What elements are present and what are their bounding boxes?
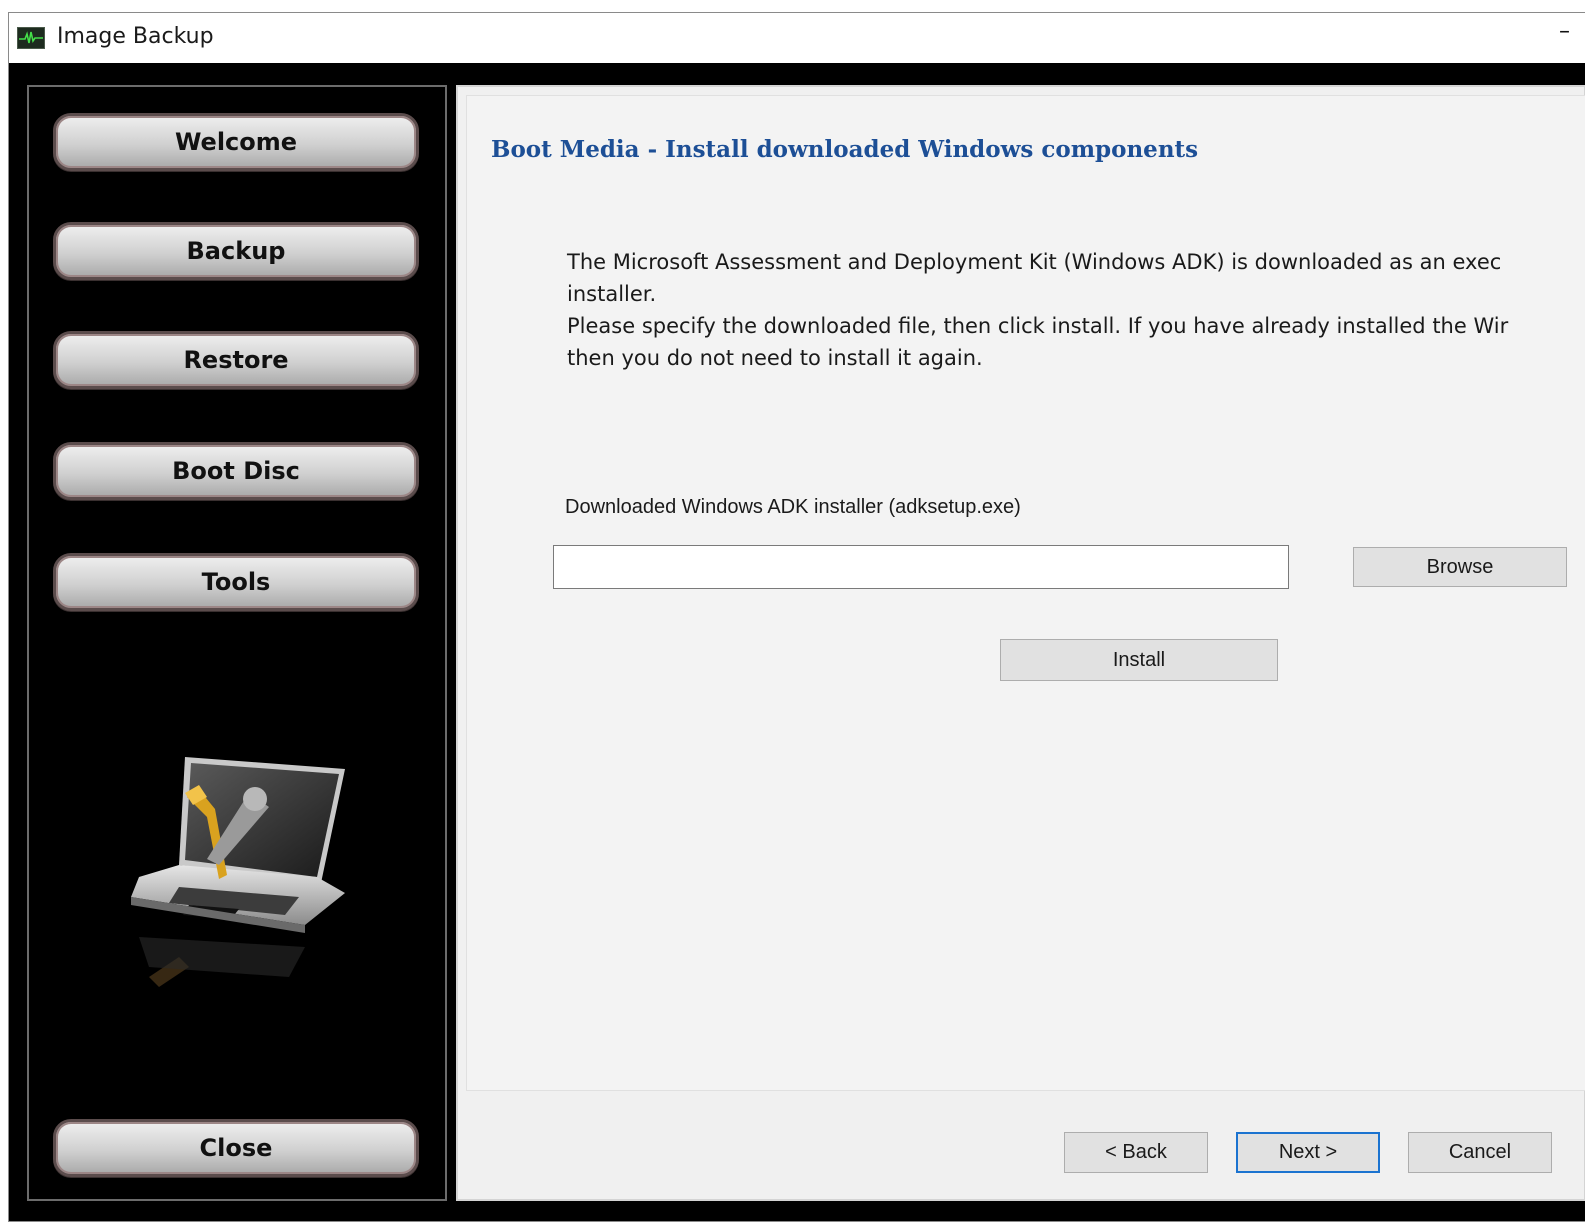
sidebar: Welcome Backup Restore Boot Disc Tools C…: [27, 85, 447, 1201]
app-window: Image Backup – Welcome Backup Restore Bo…: [8, 12, 1585, 1222]
sidebar-tools-button[interactable]: Tools: [53, 553, 419, 611]
main-panel: Boot Media - Install downloaded Windows …: [456, 85, 1585, 1201]
description-line: installer.: [567, 282, 657, 306]
sidebar-restore-button[interactable]: Restore: [53, 331, 419, 389]
description-line: then you do not need to install it again…: [567, 346, 983, 370]
sidebar-backup-button[interactable]: Backup: [53, 222, 419, 280]
window-title: Image Backup: [57, 24, 214, 49]
adk-installer-label: Downloaded Windows ADK installer (adkset…: [565, 496, 1021, 518]
page-title: Boot Media - Install downloaded Windows …: [491, 136, 1199, 163]
browse-button[interactable]: Browse: [1353, 547, 1567, 587]
next-button[interactable]: Next >: [1236, 1132, 1380, 1173]
app-heartbeat-icon: [17, 27, 45, 49]
title-bar[interactable]: Image Backup –: [9, 13, 1585, 63]
minimize-button[interactable]: –: [1559, 19, 1585, 55]
description-line: Please specify the downloaded file, then…: [567, 314, 1509, 338]
install-button[interactable]: Install: [1000, 639, 1278, 681]
sidebar-item-label: Restore: [183, 346, 289, 374]
sidebar-close-button[interactable]: Close: [53, 1119, 419, 1177]
laptop-with-tools-icon: [109, 747, 349, 1007]
cancel-button[interactable]: Cancel: [1408, 1132, 1552, 1173]
content-area: Boot Media - Install downloaded Windows …: [466, 95, 1585, 1091]
sidebar-item-label: Close: [199, 1134, 273, 1162]
description-line: The Microsoft Assessment and Deployment …: [567, 250, 1502, 274]
back-button[interactable]: < Back: [1064, 1132, 1208, 1173]
sidebar-item-label: Boot Disc: [172, 457, 300, 485]
adk-installer-path-input[interactable]: [553, 545, 1289, 589]
sidebar-item-label: Welcome: [174, 128, 298, 156]
sidebar-boot-disc-button[interactable]: Boot Disc: [53, 442, 419, 500]
sidebar-item-label: Backup: [186, 237, 286, 265]
description-text: The Microsoft Assessment and Deployment …: [567, 246, 1585, 374]
sidebar-welcome-button[interactable]: Welcome: [53, 113, 419, 171]
sidebar-item-label: Tools: [201, 568, 271, 596]
